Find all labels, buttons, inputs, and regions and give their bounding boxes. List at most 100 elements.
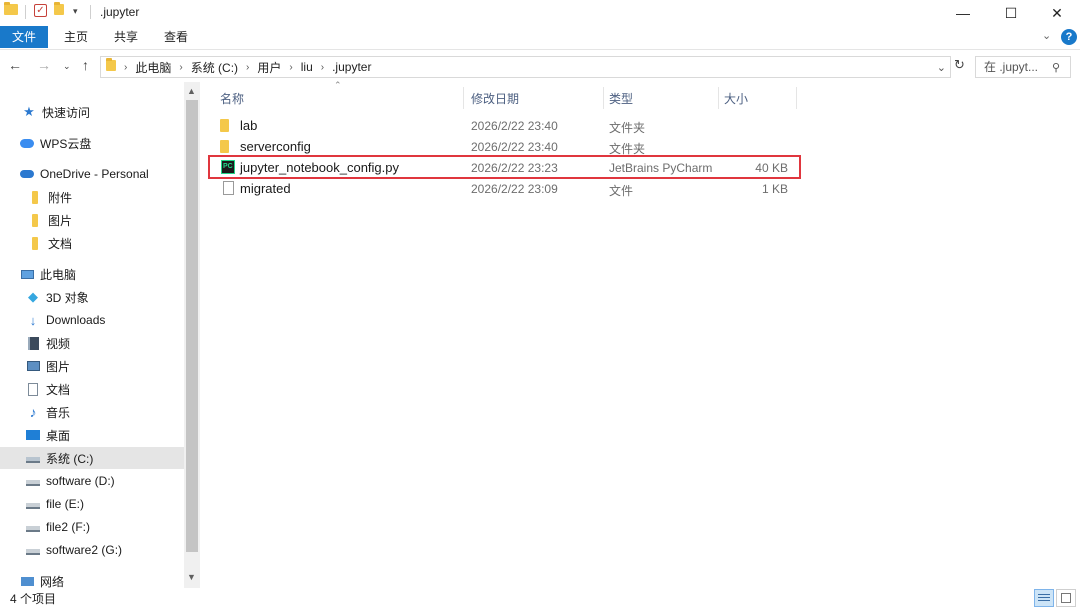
details-view-icon[interactable]: [1034, 589, 1054, 607]
drive-icon: [26, 451, 40, 465]
breadcrumb-separator[interactable]: ›: [289, 62, 292, 73]
file-row-migrated[interactable]: migrated 2026/2/22 23:09 文件 1 KB: [208, 179, 798, 200]
sort-ascending-icon: ⌃: [334, 80, 342, 90]
customize-toolbar-icon[interactable]: ▾: [73, 6, 78, 17]
maximize-button[interactable]: ☐: [988, 0, 1034, 26]
minimize-button[interactable]: —: [940, 0, 986, 26]
file-name: migrated: [240, 181, 291, 196]
highlight-box: [208, 155, 801, 179]
scroll-up-icon[interactable]: ▲: [187, 86, 196, 96]
column-divider[interactable]: [718, 87, 719, 109]
computer-icon: [20, 267, 34, 281]
drive-icon: [26, 474, 40, 488]
download-icon: ↓: [29, 312, 37, 328]
nav-drive-f[interactable]: file2 (F:): [0, 516, 184, 538]
nav-documents[interactable]: 文档: [0, 378, 184, 400]
navigation-pane: ★ 快速访问 WPS云盘 OneDrive - Personal 附件 图片 文…: [0, 82, 184, 588]
new-folder-icon[interactable]: [54, 2, 64, 15]
column-header-date[interactable]: 修改日期: [471, 90, 519, 107]
chevron-down-icon[interactable]: ⌄: [1042, 29, 1051, 42]
breadcrumb-liu[interactable]: liu: [301, 60, 313, 74]
nav-onedrive-documents[interactable]: 文档: [0, 232, 184, 254]
breadcrumb-separator[interactable]: ›: [246, 62, 249, 73]
nav-drive-e[interactable]: file (E:): [0, 493, 184, 515]
help-icon[interactable]: ?: [1061, 29, 1077, 45]
file-icon: [223, 181, 234, 195]
nav-label: 文档: [46, 382, 71, 397]
nav-downloads[interactable]: ↓ Downloads: [0, 309, 184, 331]
column-header-type[interactable]: 类型: [609, 90, 633, 107]
breadcrumb-jupyter[interactable]: .jupyter: [332, 60, 371, 74]
address-bar[interactable]: › 此电脑 › 系统 (C:) › 用户 › liu › .jupyter ⌄: [100, 56, 951, 78]
nav-onedrive-pictures[interactable]: 图片: [0, 209, 184, 231]
nav-attachments[interactable]: 附件: [0, 186, 184, 208]
properties-icon[interactable]: ✓: [34, 4, 47, 17]
close-button[interactable]: ✕: [1034, 0, 1080, 26]
scrollbar-thumb[interactable]: [186, 100, 198, 552]
column-header-name[interactable]: 名称: [220, 90, 244, 107]
nav-label: 3D 对象: [46, 290, 89, 305]
column-divider[interactable]: [603, 87, 604, 109]
nav-drive-d[interactable]: software (D:): [0, 470, 184, 492]
forward-icon[interactable]: →: [37, 57, 51, 73]
recent-locations-icon[interactable]: ⌄: [63, 61, 71, 72]
nav-label: 音乐: [46, 405, 71, 420]
nav-label: 此电脑: [40, 267, 77, 282]
nav-label: 图片: [46, 359, 71, 374]
large-icons-view-icon[interactable]: [1056, 589, 1076, 607]
nav-this-pc[interactable]: 此电脑: [0, 263, 184, 285]
file-name: serverconfig: [240, 139, 311, 154]
nav-3d-objects[interactable]: ◆ 3D 对象: [0, 286, 184, 308]
nav-wps-cloud[interactable]: WPS云盘: [0, 132, 184, 154]
breadcrumb-users[interactable]: 用户: [257, 59, 281, 76]
navigation-bar: ← → ⌄ ↑ › 此电脑 › 系统 (C:) › 用户 › liu › .ju…: [0, 52, 1080, 82]
back-icon[interactable]: ←: [8, 57, 22, 73]
breadcrumb-separator[interactable]: ›: [179, 62, 182, 73]
breadcrumb-this-pc[interactable]: 此电脑: [135, 59, 171, 76]
address-dropdown-icon[interactable]: ⌄: [937, 61, 946, 74]
tab-home[interactable]: 主页: [58, 26, 94, 48]
navigation-scrollbar[interactable]: ▲ ▼: [184, 82, 200, 588]
status-bar: 4 个项目: [0, 588, 1080, 609]
file-type: 文件: [609, 184, 634, 198]
up-icon[interactable]: ↑: [82, 57, 89, 73]
nav-label: 视频: [46, 336, 71, 351]
tab-view[interactable]: 查看: [158, 26, 194, 48]
column-header-size[interactable]: 大小: [724, 90, 748, 107]
refresh-icon[interactable]: ↻: [954, 57, 965, 73]
nav-drive-c[interactable]: 系统 (C:): [0, 447, 184, 469]
music-icon: ♪: [29, 404, 37, 420]
tab-file[interactable]: 文件: [0, 26, 48, 48]
video-icon: [26, 336, 40, 350]
file-size: 1 KB: [761, 182, 788, 196]
star-icon: ★: [23, 104, 35, 119]
tab-share[interactable]: 共享: [108, 26, 144, 48]
nav-desktop[interactable]: 桌面: [0, 424, 184, 446]
nav-label: 系统 (C:): [46, 451, 94, 466]
nav-label: software2 (G:): [46, 543, 123, 557]
file-date: 2026/2/22 23:40: [471, 140, 558, 154]
breadcrumb-drive-c[interactable]: 系统 (C:): [191, 59, 238, 76]
nav-label: OneDrive - Personal: [40, 167, 149, 181]
scroll-down-icon[interactable]: ▼: [187, 572, 196, 582]
cloud-icon: [20, 136, 34, 150]
divider: [90, 5, 91, 19]
onedrive-icon: [20, 167, 34, 181]
column-divider[interactable]: [796, 87, 797, 109]
nav-network[interactable]: 网络: [0, 570, 184, 588]
nav-quick-access[interactable]: ★ 快速访问: [0, 101, 184, 123]
breadcrumb-separator[interactable]: ›: [321, 62, 324, 73]
column-divider[interactable]: [463, 87, 464, 109]
nav-onedrive[interactable]: OneDrive - Personal: [0, 163, 184, 185]
file-name: lab: [240, 118, 258, 133]
nav-videos[interactable]: 视频: [0, 332, 184, 354]
nav-label: WPS云盘: [40, 136, 92, 151]
nav-music[interactable]: ♪ 音乐: [0, 401, 184, 423]
nav-label: 附件: [48, 190, 73, 205]
breadcrumb-separator[interactable]: ›: [124, 62, 127, 73]
nav-drive-g[interactable]: software2 (G:): [0, 539, 184, 561]
nav-pictures[interactable]: 图片: [0, 355, 184, 377]
title-bar: ✓ ▾ .jupyter — ☐ ✕: [0, 0, 1080, 26]
search-icon[interactable]: ⚲: [1052, 61, 1060, 74]
file-row-lab[interactable]: lab 2026/2/22 23:40 文件夹: [208, 116, 798, 137]
